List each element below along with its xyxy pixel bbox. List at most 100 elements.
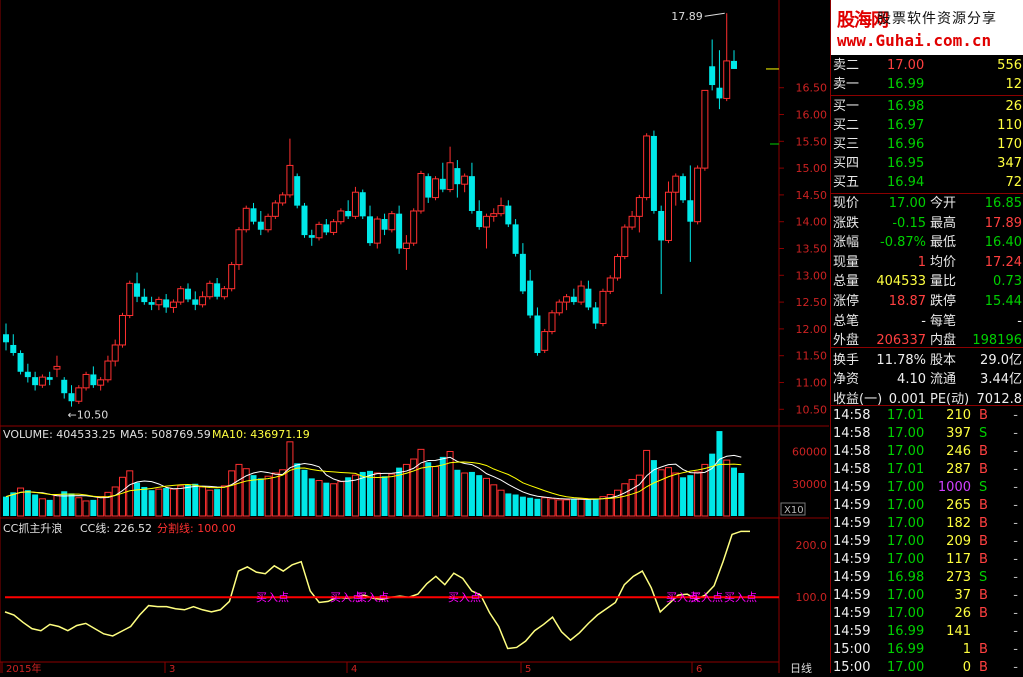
stat-label: 涨幅	[833, 235, 860, 251]
candle-body-down	[367, 216, 373, 244]
tick-dash: -	[1013, 624, 1018, 639]
bid-row: 买五 16.94 72	[831, 173, 1023, 192]
candle-body-down	[24, 371, 31, 378]
candle-body-down	[17, 353, 24, 372]
volume-bar-down	[24, 490, 31, 516]
volume-bar-up	[577, 498, 585, 517]
volume-bar-up	[337, 481, 345, 517]
candle-body-up	[694, 167, 702, 223]
candle-body-up	[373, 218, 381, 244]
high-marker-label: 17.89	[671, 10, 703, 23]
volume-bar-up	[126, 470, 134, 517]
tick-side: B	[979, 444, 988, 459]
volume-bar-down	[32, 494, 39, 516]
price-tick-label: 15.00	[796, 162, 828, 175]
candle-body-up	[672, 175, 680, 193]
volume-bar-up	[111, 486, 119, 517]
volume-bar-down	[585, 499, 592, 516]
order-price: 16.98	[887, 99, 925, 114]
stat-row: 现价 17.00 今开 16.85	[831, 194, 1023, 213]
stat-label: 换手	[833, 352, 860, 368]
price-tick-label: 11.50	[796, 350, 828, 363]
volume-bar-up	[388, 473, 396, 517]
order-price: 16.96	[887, 137, 925, 152]
date-label: 3	[169, 664, 175, 673]
volume-bar-down	[308, 478, 315, 516]
date-label: 5	[525, 664, 531, 673]
stat-row: 涨跌 -0.15 最高 17.89	[831, 214, 1023, 233]
candle-body-down	[709, 66, 716, 86]
stat-label: 均价	[930, 254, 957, 270]
candle-body-down	[192, 299, 199, 305]
order-volume: 110	[997, 118, 1022, 133]
candle-body-up	[286, 164, 294, 196]
tick-dash: -	[1013, 498, 1018, 513]
sidebar-divider	[831, 405, 1023, 406]
order-label: 买一	[833, 99, 860, 114]
chart-canvas[interactable]: 16.50 16.00 15.50 15.00 14.50 14.00 13.50 13.00…	[0, 0, 830, 673]
order-price: 17.00	[887, 58, 925, 73]
volume-bar-up	[228, 470, 236, 517]
candle-body-up	[563, 296, 571, 303]
tick-time: 14:58	[833, 408, 871, 423]
volume-bar-down	[163, 488, 170, 516]
tick-row: 14:59 17.00 265 B -	[831, 496, 1023, 515]
sidebar-divider	[831, 193, 1023, 194]
volume-bar-down	[185, 484, 191, 516]
candle-body-down	[680, 176, 687, 201]
candle-body-down	[323, 224, 330, 233]
volume-bar-up	[169, 488, 177, 517]
candle-body-down	[731, 60, 737, 69]
volume-bar-down	[381, 476, 388, 516]
order-label: 卖一	[833, 77, 860, 92]
tick-volume: 182	[946, 516, 971, 531]
candle-body-up	[410, 210, 418, 244]
price-tick-label: 13.00	[796, 269, 828, 282]
price-tick-label: 14.50	[796, 189, 828, 202]
volume-bar-up	[446, 451, 454, 517]
candle-body-down	[534, 315, 541, 354]
order-label: 买五	[833, 175, 860, 190]
tick-dash: -	[1013, 516, 1018, 531]
period-label: 日线	[790, 661, 812, 673]
tick-side: B	[979, 498, 988, 513]
tick-side: B	[979, 606, 988, 621]
order-volume: 347	[997, 156, 1022, 171]
tick-row: 14:58 17.01 287 B -	[831, 460, 1023, 479]
candle-body-down	[425, 176, 432, 198]
order-label: 买三	[833, 137, 860, 152]
volume-bar-down	[505, 493, 512, 516]
stat-row: 总量 404533 量比 0.73	[831, 272, 1023, 291]
volume-bar-down	[527, 497, 534, 516]
volume-bar-up	[220, 485, 228, 517]
volume-bar-up	[206, 489, 214, 517]
stat-value: 404533	[876, 274, 926, 290]
tick-row: 14:59 17.00 209 B -	[831, 532, 1023, 551]
volume-bar-up	[235, 463, 243, 517]
volume-bar-up	[548, 498, 556, 517]
tick-price: 16.99	[887, 642, 925, 657]
tick-time: 14:59	[833, 516, 871, 531]
tick-volume: 209	[946, 534, 971, 549]
buy-signal-label: 买入点	[724, 591, 757, 604]
candle-body-up	[577, 285, 585, 303]
cc-line	[4, 530, 750, 650]
stat-value: 16.40	[984, 235, 1022, 251]
tick-price: 17.00	[887, 480, 925, 495]
indicator-split-label: 分割线: 100.00	[157, 521, 236, 535]
tick-time: 14:58	[833, 444, 871, 459]
tick-price: 17.00	[887, 552, 925, 567]
buy-signal-label: 买入点	[256, 591, 289, 604]
bid-row: 买四 16.95 347	[831, 154, 1023, 173]
candle-body-up	[206, 282, 214, 298]
candle-body-up	[643, 135, 651, 199]
tick-time: 15:00	[833, 642, 871, 657]
volume-bar-down	[570, 498, 577, 516]
stat-label: 跌停	[930, 294, 957, 309]
kline-chart-area[interactable]: 16.50 16.00 15.50 15.00 14.50 14.00 13.50 13.00…	[0, 0, 830, 673]
tick-volume: 273	[946, 570, 971, 585]
tick-side: B	[979, 660, 988, 675]
candle-body-down	[381, 219, 388, 230]
tick-volume: 26	[954, 606, 971, 621]
volume-bar-down	[592, 498, 599, 516]
